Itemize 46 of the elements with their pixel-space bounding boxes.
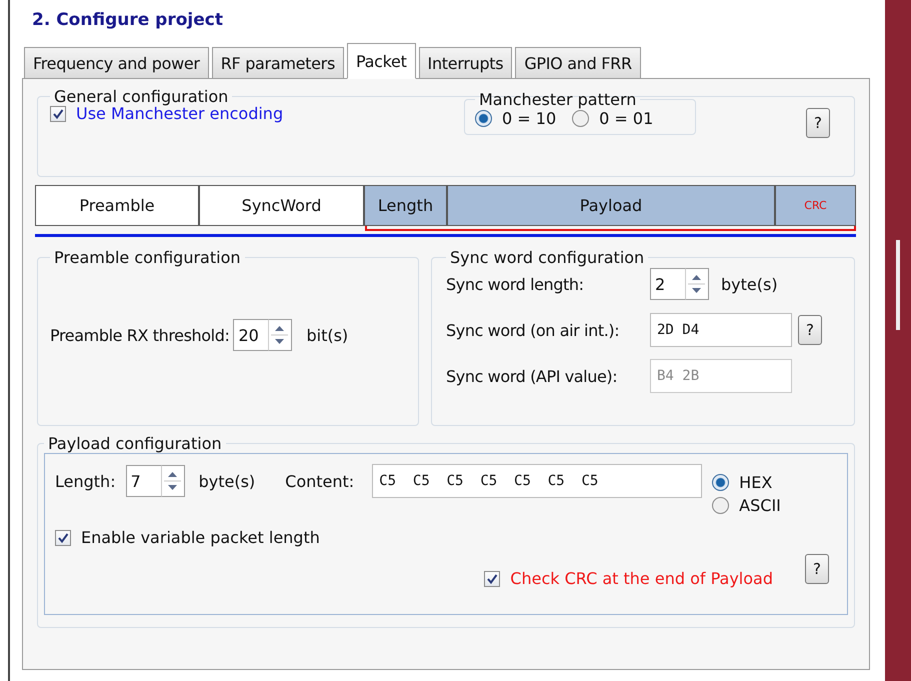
tab[interactable]: Packet [347, 43, 416, 79]
text-field[interactable]: C5 C5 C5 C5 C5 C5 C5 [372, 464, 702, 498]
spin-box[interactable]: 20 [233, 319, 270, 351]
checkbox[interactable] [55, 530, 71, 546]
section-title: 2. Configure project [31, 10, 224, 32]
radio-button[interactable] [475, 110, 492, 126]
help-button[interactable]: ? [806, 108, 830, 138]
tab[interactable]: RF parameters [212, 47, 344, 79]
field-label: Sync word (API value): [446, 366, 618, 386]
group-title: Payload configuration [47, 434, 223, 453]
text-field[interactable]: 2D D4 [650, 313, 792, 347]
radio-label[interactable]: 0 = 10 [502, 108, 556, 128]
help-button[interactable]: ? [805, 554, 829, 584]
spin-box[interactable]: 7 [126, 465, 162, 497]
radio-button[interactable] [712, 497, 730, 514]
radio-button[interactable] [572, 110, 590, 126]
field-label: Content: [285, 472, 354, 490]
tab[interactable]: Frequency and power [24, 47, 209, 79]
radio-label[interactable]: HEX [739, 473, 772, 492]
tab[interactable]: Interrupts [418, 47, 512, 79]
help-button[interactable]: ? [798, 315, 822, 345]
group-title: Preamble configuration [53, 248, 242, 267]
field-label: Length: [55, 472, 116, 490]
radio-button[interactable] [712, 474, 730, 491]
group-title: Sync word configuration [449, 248, 646, 267]
grip-handle[interactable] [896, 240, 900, 330]
group-title: Manchester pattern [478, 90, 638, 108]
spinner-arrows-icon[interactable] [162, 465, 185, 497]
checkbox-label[interactable]: Use Manchester encoding [76, 104, 284, 123]
checkbox[interactable] [50, 106, 66, 122]
unit-label: bit(s) [306, 326, 348, 344]
field-label: Sync word length: [446, 274, 585, 294]
spinner-arrows-icon[interactable] [686, 268, 709, 300]
group-title: General configuration [53, 87, 230, 106]
radio-label[interactable]: ASCII [739, 496, 781, 515]
checkbox-label[interactable]: Check CRC at the end of Payload [510, 569, 773, 588]
unit-label: byte(s) [721, 274, 778, 294]
checkbox-label[interactable]: Enable variable packet length [81, 528, 320, 547]
checkbox[interactable] [484, 570, 500, 586]
unit-label: byte(s) [198, 472, 256, 490]
field-label: Sync word (on air int.): [446, 320, 620, 340]
tab[interactable]: GPIO and FRR [515, 47, 641, 79]
radio-label[interactable]: 0 = 01 [599, 108, 654, 128]
field-label: Preamble RX threshold: [50, 326, 230, 344]
spinner-arrows-icon[interactable] [269, 319, 292, 351]
spin-box[interactable]: 2 [650, 268, 686, 300]
